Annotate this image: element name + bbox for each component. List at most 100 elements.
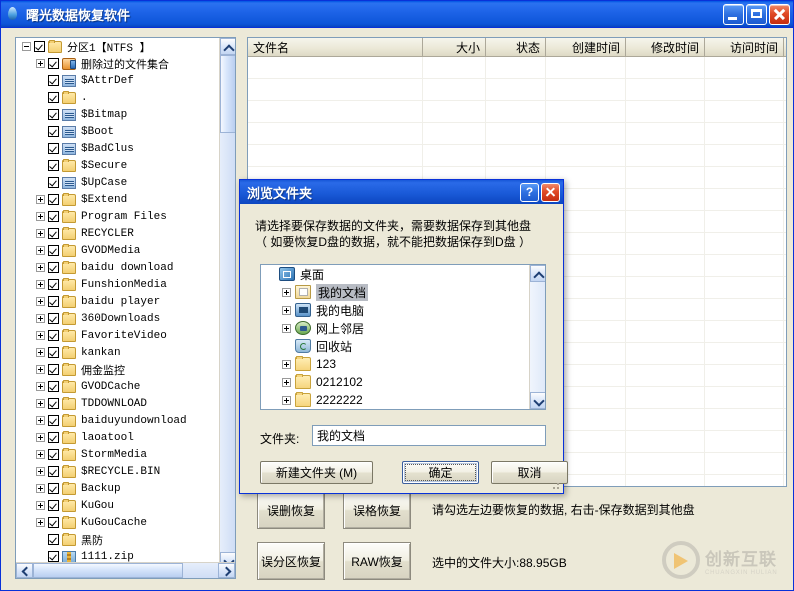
tree-item-checkbox[interactable] [48,279,59,290]
tree-item-checkbox[interactable] [48,58,59,69]
expand-icon[interactable] [36,195,45,204]
tree-item[interactable]: $Boot [16,123,220,140]
expand-icon[interactable] [36,433,45,442]
ok-button[interactable]: 确定 [402,461,479,484]
expand-icon[interactable] [36,399,45,408]
expand-icon[interactable] [36,416,45,425]
new-folder-button[interactable]: 新建文件夹 (M) [260,461,373,484]
expand-icon[interactable] [36,263,45,272]
tree-vertical-scrollbar[interactable] [219,38,235,569]
tree-item-checkbox[interactable] [34,41,45,52]
tree-item-checkbox[interactable] [48,432,59,443]
expand-icon[interactable] [36,59,45,68]
tree-item-checkbox[interactable] [48,483,59,494]
expand-icon[interactable] [36,382,45,391]
tree-item[interactable]: 黑防 [16,531,220,548]
expand-icon[interactable] [36,297,45,306]
tree-item[interactable]: GVODCache [16,378,220,395]
scroll-up-icon[interactable] [220,38,235,56]
tree-item[interactable]: $BadClus [16,140,220,157]
tree-item[interactable]: 佣金监控 [16,361,220,378]
expand-icon[interactable] [36,314,45,323]
close-icon[interactable] [769,3,790,25]
folder-tree-item[interactable]: 2222222 [261,391,529,409]
tree-item-checkbox[interactable] [48,330,59,341]
tree-item-checkbox[interactable] [48,347,59,358]
scroll-right-icon[interactable] [218,563,235,578]
expand-icon[interactable] [282,323,291,333]
tree-item[interactable]: FunshionMedia [16,276,220,293]
tree-item[interactable]: $AttrDef [16,72,220,89]
partition-tree[interactable]: 分区1【NTFS 】删除过的文件集合 $AttrDef. $Bitmap $Boot $… [16,38,220,569]
table-row[interactable] [248,79,786,101]
tree-item-checkbox[interactable] [48,500,59,511]
column-header[interactable]: 大小 [423,38,486,56]
tree-item-checkbox[interactable] [48,228,59,239]
folder-tree-item[interactable]: 我的文档 [261,283,529,301]
tree-item[interactable]: baidu download [16,259,220,276]
tree-item[interactable]: RECYCLER [16,225,220,242]
folder-tree-scrollbar[interactable] [529,265,545,409]
expand-icon[interactable] [36,280,45,289]
tree-item[interactable]: FavoriteVideo [16,327,220,344]
tree-item[interactable]: kankan [16,344,220,361]
dialog-close-icon[interactable] [541,182,560,202]
tree-item-checkbox[interactable] [48,211,59,222]
expand-icon[interactable] [282,305,291,315]
tree-horizontal-scrollbar[interactable] [16,562,235,578]
undelete-recovery-button[interactable]: 误删恢复 [257,491,325,529]
folder-scroll-up-icon[interactable] [530,265,545,283]
unformat-recovery-button[interactable]: 误格恢复 [343,491,411,529]
maximize-icon[interactable] [746,3,767,25]
folder-tree[interactable]: 桌面 我的文档 我的电脑 网上邻居 回收站 123 0212102 2222222 [261,265,529,409]
tree-item-checkbox[interactable] [48,245,59,256]
expand-icon[interactable] [36,229,45,238]
column-header[interactable]: 文件名 [248,38,423,56]
tree-scroll-thumb[interactable] [220,55,235,133]
folder-tree-item[interactable]: 我的电脑 [261,301,529,319]
tree-item[interactable]: 360Downloads [16,310,220,327]
folder-tree-panel[interactable]: 桌面 我的文档 我的电脑 网上邻居 回收站 123 0212102 2222222 [260,264,546,410]
column-header[interactable]: 修改时间 [626,38,705,56]
expand-icon[interactable] [36,365,45,374]
tree-item[interactable]: GVODMedia [16,242,220,259]
table-row[interactable] [248,145,786,167]
expand-icon[interactable] [36,484,45,493]
tree-hscroll-thumb[interactable] [33,563,183,578]
resize-grip-icon[interactable] [550,480,560,490]
tree-item-checkbox[interactable] [48,551,59,562]
expand-icon[interactable] [36,450,45,459]
folder-path-input[interactable]: 我的文档 [312,425,546,446]
expand-icon[interactable] [36,501,45,510]
expand-icon[interactable] [36,331,45,340]
folder-tree-item[interactable]: 桌面 [261,265,529,283]
tree-item-checkbox[interactable] [48,75,59,86]
collapse-icon[interactable] [22,42,31,51]
table-row[interactable] [248,101,786,123]
expand-icon[interactable] [36,518,45,527]
scroll-left-icon[interactable] [16,563,33,578]
tree-item-checkbox[interactable] [48,415,59,426]
tree-item[interactable]: StormMedia [16,446,220,463]
tree-item[interactable]: Backup [16,480,220,497]
tree-item-checkbox[interactable] [48,92,59,103]
tree-item-checkbox[interactable] [48,262,59,273]
tree-item[interactable]: $Bitmap [16,106,220,123]
tree-item-checkbox[interactable] [48,534,59,545]
tree-item[interactable]: $Extend [16,191,220,208]
tree-item[interactable]: baiduyundownload [16,412,220,429]
tree-item[interactable]: $Secure [16,157,220,174]
raw-recovery-button[interactable]: RAW恢复 [343,542,411,580]
tree-item[interactable]: Program Files [16,208,220,225]
tree-item-checkbox[interactable] [48,381,59,392]
tree-item[interactable]: laoatool [16,429,220,446]
tree-item-checkbox[interactable] [48,109,59,120]
expand-icon[interactable] [282,359,291,369]
tree-item-checkbox[interactable] [48,296,59,307]
tree-item-checkbox[interactable] [48,160,59,171]
minimize-icon[interactable] [723,3,744,25]
folder-tree-item[interactable]: 网上邻居 [261,319,529,337]
tree-item[interactable]: 删除过的文件集合 [16,55,220,72]
tree-item[interactable]: TDDOWNLOAD [16,395,220,412]
tree-item-checkbox[interactable] [48,517,59,528]
